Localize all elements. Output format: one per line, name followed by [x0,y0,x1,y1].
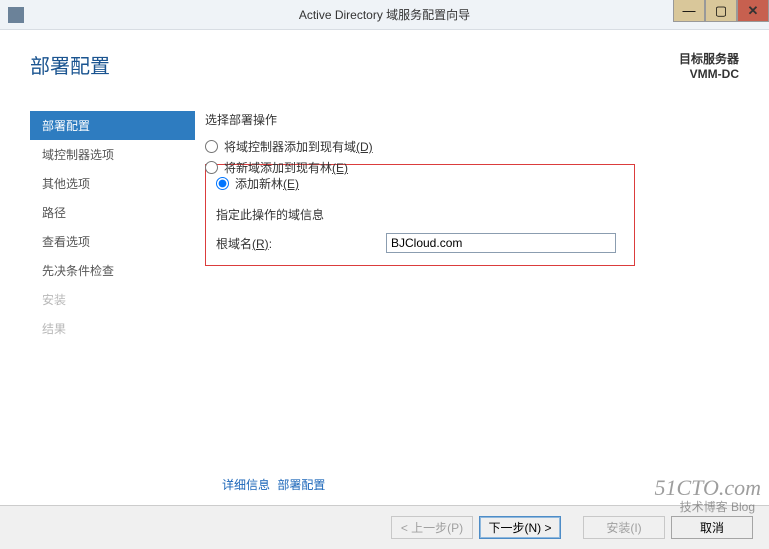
more-info-link[interactable]: 详细信息 部署配置 [222,476,329,493]
sidebar-item-dc-options[interactable]: 域控制器选项 [30,140,195,169]
radio-add-dc-existing-domain[interactable]: 将域控制器添加到现有域(D) [205,138,739,155]
body-row: 部署配置 域控制器选项 其他选项 路径 查看选项 先决条件检查 安装 结果 选择… [30,111,739,343]
root-domain-input[interactable] [386,233,616,253]
app-icon [8,7,24,23]
sidebar: 部署配置 域控制器选项 其他选项 路径 查看选项 先决条件检查 安装 结果 [30,111,195,343]
titlebar: Active Directory 域服务配置向导 — ▢ ✕ [0,0,769,30]
radio-add-new-forest[interactable]: 添加新林(E) [216,175,624,192]
maximize-button[interactable]: ▢ [705,0,737,22]
main-area: 部署配置 目标服务器 VMM-DC 部署配置 域控制器选项 其他选项 路径 查看… [0,30,769,504]
target-label: 目标服务器 [679,50,739,67]
prev-button: < 上一步(P) [391,516,473,539]
radio-input-add-domain[interactable] [205,161,218,174]
radio-label-new-forest[interactable]: 添加新林(E) [235,175,299,192]
domain-info-label: 指定此操作的域信息 [216,206,624,223]
minimize-button[interactable]: — [673,0,705,22]
window-controls: — ▢ ✕ [673,0,769,22]
root-domain-label: 根域名(R): [216,235,386,252]
radio-input-new-forest[interactable] [216,177,229,190]
target-name: VMM-DC [679,67,739,81]
sidebar-item-prereq-check[interactable]: 先决条件检查 [30,256,195,285]
more-info-topic: 部署配置 [277,478,325,492]
sidebar-item-results: 结果 [30,314,195,343]
window-title: Active Directory 域服务配置向导 [299,6,470,23]
sidebar-item-other-options[interactable]: 其他选项 [30,169,195,198]
content-wrap: 部署配置 目标服务器 VMM-DC 部署配置 域控制器选项 其他选项 路径 查看… [0,30,769,504]
select-operation-label: 选择部署操作 [205,111,739,128]
form-area: 选择部署操作 将域控制器添加到现有域(D) 将新域添加到现有林(E) [195,111,739,343]
highlight-box: 添加新林(E) 指定此操作的域信息 根域名(R): [205,164,635,266]
root-domain-row: 根域名(R): [216,233,624,253]
install-button: 安装(I) [583,516,665,539]
next-button[interactable]: 下一步(N) > [479,516,561,539]
radio-label-add-domain[interactable]: 将新域添加到现有林(E) [224,159,348,176]
close-button[interactable]: ✕ [737,0,769,22]
page-title: 部署配置 [30,50,110,79]
sidebar-item-install: 安装 [30,285,195,314]
header-row: 部署配置 目标服务器 VMM-DC [30,50,739,81]
target-server-info: 目标服务器 VMM-DC [679,50,739,81]
footer: < 上一步(P) 下一步(N) > 安装(I) 取消 [0,505,769,549]
cancel-button[interactable]: 取消 [671,516,753,539]
sidebar-item-review-options[interactable]: 查看选项 [30,227,195,256]
more-info-text: 详细信息 [222,478,270,492]
radio-label-add-dc[interactable]: 将域控制器添加到现有域(D) [224,138,373,155]
radio-input-add-dc[interactable] [205,140,218,153]
sidebar-item-paths[interactable]: 路径 [30,198,195,227]
sidebar-item-deploy-config[interactable]: 部署配置 [30,111,195,140]
